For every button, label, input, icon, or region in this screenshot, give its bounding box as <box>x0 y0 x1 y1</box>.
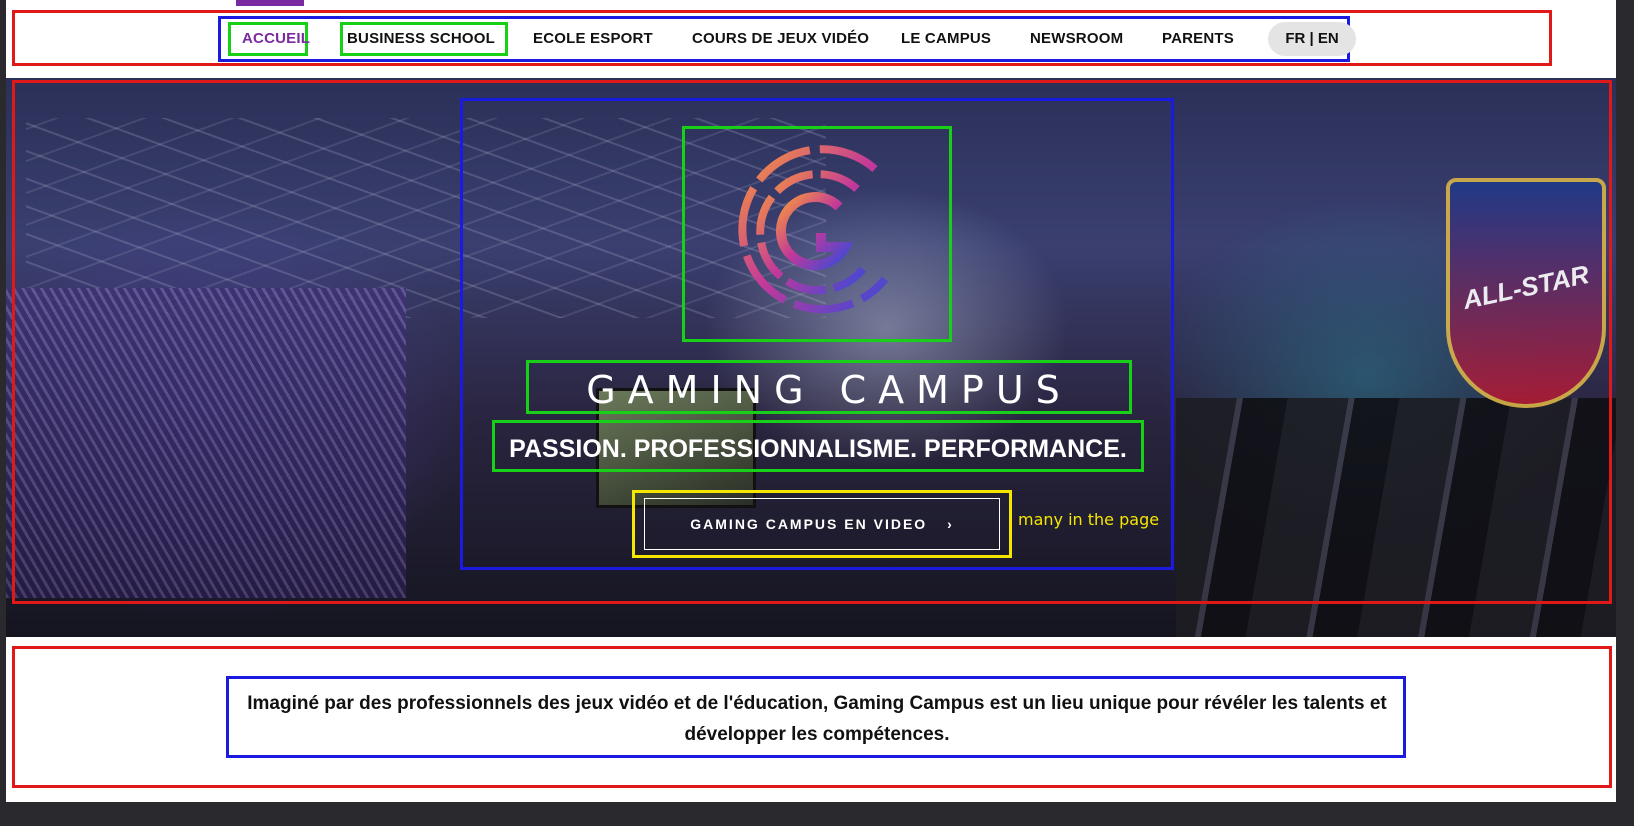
nav-item-le-campus[interactable]: LE CAMPUS <box>901 30 991 47</box>
nav-item-business-school[interactable]: BUSINESS SCHOOL <box>347 30 495 47</box>
active-indicator <box>236 0 304 6</box>
footer-strip <box>6 802 1616 826</box>
nav-item-newsroom[interactable]: NEWSROOM <box>1030 30 1123 47</box>
language-switcher[interactable]: FR | EN <box>1268 22 1356 56</box>
brand-title: GAMING CAMPUS <box>526 360 1132 414</box>
hero-tagline: PASSION. PROFESSIONNALISME. PERFORMANCE. <box>492 420 1144 472</box>
intro-paragraph: Imaginé par des professionnels des jeux … <box>247 693 1387 745</box>
nav-item-cours-jeux-video[interactable]: COURS DE JEUX VIDÉO <box>692 30 869 47</box>
nav-item-parents[interactable]: PARENTS <box>1162 30 1234 47</box>
logo-container <box>682 126 952 342</box>
nav-item-ecole-esport[interactable]: ECOLE ESPORT <box>533 30 653 47</box>
annotation-note: many in the page <box>1018 510 1160 529</box>
chevron-right-icon: › <box>947 516 954 532</box>
video-cta-button[interactable]: GAMING CAMPUS EN VIDEO › <box>644 498 1000 550</box>
video-cta-label: GAMING CAMPUS EN VIDEO <box>690 516 928 532</box>
top-navigation: ACCUEIL BUSINESS SCHOOL ECOLE ESPORT COU… <box>6 0 1616 74</box>
nav-item-accueil[interactable]: ACCUEIL <box>242 30 310 47</box>
hero-banner: ALL-STAR GAMING CAMPUS PASSION. PROFESSI… <box>6 78 1616 637</box>
page: ACCUEIL BUSINESS SCHOOL ECOLE ESPORT COU… <box>6 0 1616 826</box>
gaming-campus-logo-icon <box>738 145 889 314</box>
